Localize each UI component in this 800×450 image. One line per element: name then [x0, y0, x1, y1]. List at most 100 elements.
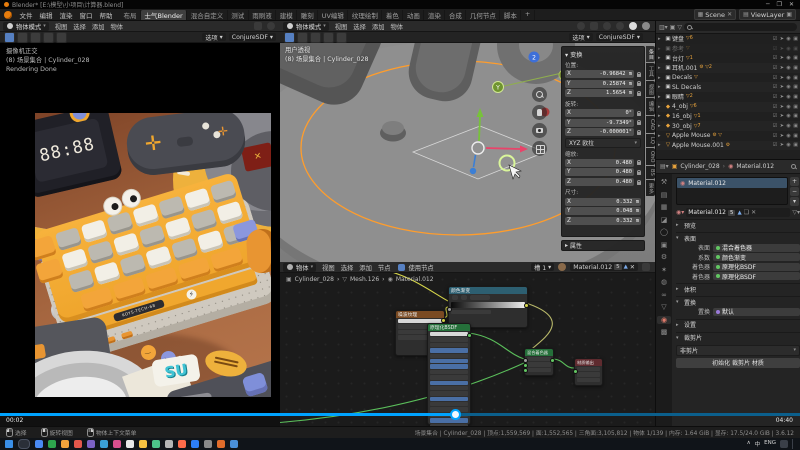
transform-value-field[interactable]: Y0.480: [565, 168, 634, 176]
workspace-tab[interactable]: +: [521, 10, 534, 20]
outliner-item[interactable]: ▸▣眼睛▽2☑➤◉▣: [656, 92, 800, 102]
workspace-tab[interactable]: 合成: [445, 10, 466, 20]
viewport-menu-物体[interactable]: 物体: [107, 22, 126, 31]
npanel-tab-LQ[interactable]: LQ: [646, 134, 655, 147]
property-value-field[interactable]: 颜色渐变: [713, 253, 800, 261]
viewlayer-selector[interactable]: ▤ ViewLayer ▣: [739, 9, 796, 20]
filter-icon[interactable]: ▽: [677, 24, 682, 31]
properties-tab-6[interactable]: ⚙: [661, 253, 667, 261]
transform-value-field[interactable]: Z-0.000001°: [565, 128, 634, 136]
shader-editor[interactable]: 物体▾ 视图选择添加节点 使用节点 槽 1 ▾ Material.012 5 ▲…: [280, 262, 655, 426]
outliner-item[interactable]: ▸▣SL Decals☑➤◉▣: [656, 82, 800, 92]
workspace-tab[interactable]: 渲染: [424, 10, 445, 20]
node-canvas[interactable]: ▣Cylinder_028› ▽Mesh.126› ◉Material.012 …: [280, 273, 655, 426]
remove-slot-button[interactable]: −: [790, 187, 799, 196]
taskbar-app-icon-1[interactable]: [48, 440, 56, 448]
nodetree-icon[interactable]: ▽▾: [792, 209, 800, 216]
breadcrumb-object[interactable]: Cylinder_028: [680, 163, 719, 170]
workspace-tab[interactable]: 雨刷液: [249, 10, 277, 20]
clip-init-button[interactable]: 初始化 裁剪片 材质: [676, 358, 800, 368]
properties-tab-0[interactable]: ⚒: [661, 178, 667, 186]
lock-icon[interactable]: [636, 111, 641, 116]
properties-tab-9[interactable]: ∞: [661, 291, 667, 299]
properties-collapsed-panel[interactable]: ▸ 属性: [561, 240, 645, 251]
clip-section[interactable]: ▾裁剪片: [676, 332, 800, 343]
checkbox-icon[interactable]: ☑: [773, 84, 777, 90]
visibility-icon[interactable]: ◉: [786, 36, 790, 42]
taskbar-app-icon-8[interactable]: [139, 440, 147, 448]
unlink-icon[interactable]: ✕: [751, 209, 756, 216]
checkbox-icon[interactable]: ☑: [773, 55, 777, 61]
checkbox-icon[interactable]: ☑: [773, 75, 777, 81]
preview-section[interactable]: ▸预览: [676, 219, 800, 230]
slot-dropdown[interactable]: 槽 1 ▾: [531, 263, 554, 271]
outliner-item[interactable]: ▸▽Apple Mouse⚙ ▽☑➤◉▣: [656, 131, 800, 141]
transform-value-field[interactable]: Z0.480: [565, 178, 634, 186]
displacement-section[interactable]: ▾置换: [676, 296, 800, 307]
shader-menu-视图[interactable]: 视图: [319, 263, 338, 272]
pin-icon[interactable]: [642, 263, 650, 271]
properties-tab-3[interactable]: ◪: [661, 216, 668, 224]
npanel-tab-视图[interactable]: 视图: [646, 81, 655, 97]
node-material-output[interactable]: 材质输出: [574, 358, 603, 386]
outliner-item[interactable]: ▸▣参考▽☑➤◉▣: [656, 44, 800, 54]
tray-icon[interactable]: [780, 440, 788, 448]
render-icon[interactable]: ▣: [793, 75, 798, 81]
shader-menu-选择[interactable]: 选择: [338, 263, 357, 272]
viewport-menu-视图[interactable]: 视图: [52, 22, 71, 31]
transform-value-field[interactable]: Z0.332 m: [565, 217, 641, 225]
checkbox-icon[interactable]: ☑: [773, 113, 777, 119]
taskbar-app-icon-14[interactable]: [217, 440, 225, 448]
selectable-icon[interactable]: ➤: [780, 133, 784, 139]
workspace-tab[interactable]: 布局: [120, 10, 141, 20]
checkbox-icon[interactable]: ☑: [773, 104, 777, 110]
checkbox-icon[interactable]: ☑: [773, 94, 777, 100]
node-principled-bsdf[interactable]: 原理化BSDF: [427, 323, 471, 425]
npanel-tab-工具[interactable]: 工具: [646, 63, 655, 79]
render-icon[interactable]: ▣: [793, 133, 798, 139]
menu-帮助[interactable]: 帮助: [96, 10, 116, 20]
transform-value-field[interactable]: Y0.25874 m: [565, 80, 634, 88]
shader-menu-节点[interactable]: 节点: [375, 263, 394, 272]
selectable-icon[interactable]: ➤: [780, 36, 784, 42]
visibility-icon[interactable]: ◉: [786, 142, 790, 148]
wireframe-shading-icon[interactable]: [616, 22, 624, 30]
render-icon[interactable]: ▣: [793, 113, 798, 119]
viewport-menu-选择[interactable]: 选择: [70, 22, 89, 31]
outliner-item[interactable]: ▸▣键盘▽6☑➤◉▣: [656, 34, 800, 44]
taskbar-app-icon-0[interactable]: [35, 440, 43, 448]
tray-中[interactable]: 中: [755, 440, 761, 448]
taskbar-app-icon-13[interactable]: [204, 440, 212, 448]
transform-panel-title[interactable]: ▾ 变换: [565, 50, 641, 59]
viewport-rendered[interactable]: 物体模式▾ 视图选择添加物体 选项 ▾ ConjureSDF ▾ 摄像机正交 (…: [0, 21, 280, 413]
close-button[interactable]: ✕: [789, 1, 794, 8]
menu-渲染[interactable]: 渲染: [56, 10, 76, 20]
selectable-icon[interactable]: ➤: [780, 46, 784, 52]
taskbar-app-icon-5[interactable]: [100, 440, 108, 448]
selectable-icon[interactable]: ➤: [780, 94, 784, 100]
workspace-tab[interactable]: 着色: [382, 10, 403, 20]
lock-icon[interactable]: [636, 72, 641, 77]
properties-editor-icon[interactable]: ▤▾: [660, 163, 669, 170]
viewport-menu-添加[interactable]: 添加: [369, 22, 388, 31]
volume-section[interactable]: ▸体积: [676, 283, 800, 294]
lock-icon[interactable]: [636, 170, 641, 175]
unlink-icon[interactable]: ✕: [727, 11, 732, 18]
properties-tab-11[interactable]: ◉: [657, 316, 671, 324]
workspace-tab[interactable]: 雕刻: [297, 10, 318, 20]
visibility-icon[interactable]: ◉: [786, 133, 790, 139]
workspace-tab[interactable]: UV编辑: [318, 10, 348, 20]
select-tool-icon[interactable]: [4, 32, 15, 43]
mode-dropdown[interactable]: 物体模式▾: [3, 22, 49, 31]
workspace-tab[interactable]: 测试: [228, 10, 249, 20]
node-color-ramp[interactable]: 颜色渐变: [448, 286, 528, 328]
slot-specials-button[interactable]: ▾: [790, 197, 799, 206]
cursor-tool-icon[interactable]: [17, 32, 28, 43]
rotate-tool-icon[interactable]: [43, 32, 54, 43]
menu-文件[interactable]: 文件: [16, 10, 36, 20]
properties-tab-1[interactable]: ▤: [661, 191, 668, 199]
use-nodes-checkbox[interactable]: [398, 264, 405, 271]
properties-tab-2[interactable]: ▦: [661, 203, 668, 211]
render-icon[interactable]: ▣: [793, 123, 798, 129]
properties-tab-7[interactable]: ✶: [661, 266, 667, 274]
